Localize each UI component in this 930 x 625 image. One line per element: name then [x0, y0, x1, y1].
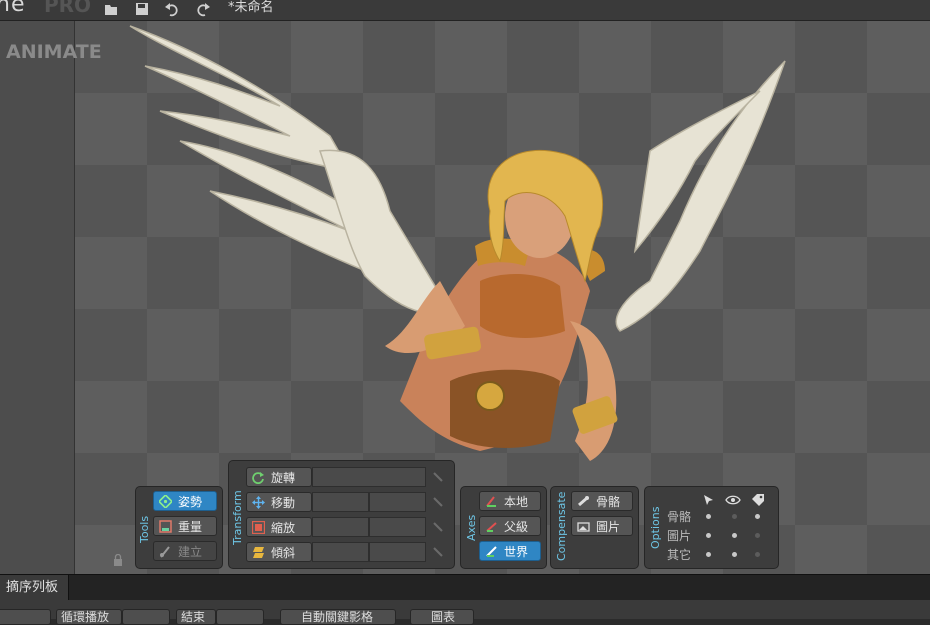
auto-key-button[interactable]: 自動關鍵影格	[280, 609, 396, 625]
parent-axes-button[interactable]: 父級	[479, 516, 541, 536]
scale-y-field[interactable]	[369, 517, 426, 537]
local-axes-label: 本地	[504, 495, 529, 509]
pose-button[interactable]: 姿勢	[153, 491, 217, 511]
bone-compensate-label: 骨骼	[596, 495, 621, 509]
rotate-icon	[252, 472, 264, 484]
open-folder-icon[interactable]	[104, 1, 118, 17]
mode-label: ANIMATE	[6, 41, 102, 63]
shear-icon	[253, 547, 264, 558]
eye-icon	[725, 495, 741, 505]
scale-button-label: 縮放	[271, 521, 296, 535]
parent-axes-icon	[486, 522, 497, 532]
image-compensate-label: 圖片	[596, 520, 621, 534]
end-field[interactable]	[216, 609, 264, 625]
move-link-icon[interactable]	[431, 495, 445, 509]
weights-button-label: 重量	[178, 520, 203, 534]
options-row-bones: 骨骼	[667, 510, 692, 524]
rotate-button-label: 旋轉	[271, 471, 296, 485]
save-icon[interactable]	[135, 1, 149, 17]
move-icon	[252, 496, 265, 509]
shear-button-label: 傾斜	[271, 546, 296, 560]
move-y-field[interactable]	[369, 492, 426, 512]
move-button-label: 移動	[271, 496, 296, 510]
pose-button-label: 姿勢	[178, 495, 203, 509]
parent-axes-label: 父級	[504, 520, 529, 534]
images-visible-toggle[interactable]	[732, 533, 737, 538]
loop-button[interactable]: 循環播放	[56, 609, 122, 625]
local-axes-button[interactable]: 本地	[479, 491, 541, 511]
options-row-images: 圖片	[667, 529, 692, 543]
transform-panel: Transform 旋轉 移動 縮放 傾斜	[228, 460, 455, 569]
world-axes-icon	[486, 546, 497, 557]
others-names-toggle[interactable]	[755, 552, 760, 557]
undo-icon[interactable]	[165, 1, 179, 17]
images-select-toggle[interactable]	[706, 533, 711, 538]
bone-compensate-button[interactable]: 骨骼	[571, 491, 633, 511]
weights-button[interactable]: 重量	[153, 516, 217, 536]
bones-visible-toggle[interactable]	[732, 514, 737, 519]
options-row-others: 其它	[667, 548, 692, 562]
shear-x-field[interactable]	[312, 542, 369, 562]
move-button[interactable]: 移動	[246, 492, 312, 512]
weights-icon	[159, 520, 172, 533]
rotate-link-icon[interactable]	[431, 470, 445, 484]
others-select-toggle[interactable]	[706, 552, 711, 557]
axes-panel-label: Axes	[465, 514, 478, 541]
shear-y-field[interactable]	[369, 542, 426, 562]
graph-button[interactable]: 圖表	[410, 609, 474, 625]
scale-x-field[interactable]	[312, 517, 369, 537]
shear-link-icon[interactable]	[431, 545, 445, 559]
bottom-toolbar: 循環播放 結束 自動關鍵影格 圖表	[0, 600, 930, 625]
left-gutter	[0, 21, 75, 574]
world-axes-label: 世界	[504, 545, 529, 559]
scale-button[interactable]: 縮放	[246, 517, 312, 537]
create-button-label: 建立	[178, 545, 203, 559]
transform-panel-label: Transform	[231, 490, 244, 545]
shear-button[interactable]: 傾斜	[246, 542, 312, 562]
lock-icon[interactable]	[113, 554, 123, 566]
scale-icon	[252, 521, 265, 534]
options-panel-label: Options	[649, 506, 662, 549]
end-button[interactable]: 結束	[176, 609, 216, 625]
app-edition: PRO	[44, 0, 92, 17]
loop-start-field[interactable]	[122, 609, 170, 625]
app-brand: ne	[0, 0, 26, 17]
compensate-panel-label: Compensate	[555, 491, 568, 561]
compensate-panel: Compensate 骨骼 圖片	[550, 486, 639, 569]
bottom-dropdown[interactable]	[0, 609, 51, 625]
tools-panel-label: Tools	[138, 515, 151, 543]
character-artwork[interactable]	[120, 21, 800, 481]
axes-panel: Axes 本地 父級 世界	[460, 486, 547, 569]
bones-select-toggle[interactable]	[706, 514, 711, 519]
rotate-value-field[interactable]	[312, 467, 426, 487]
others-visible-toggle[interactable]	[732, 552, 737, 557]
tab-dopesheet[interactable]: 摘序列板	[0, 575, 70, 600]
title-bar: ne PRO *未命名	[0, 0, 930, 21]
image-compensate-icon	[577, 522, 590, 532]
scale-link-icon[interactable]	[431, 520, 445, 534]
document-title: *未命名	[228, 0, 274, 15]
images-names-toggle[interactable]	[755, 533, 760, 538]
pose-icon	[159, 495, 172, 508]
world-axes-button[interactable]: 世界	[479, 541, 541, 561]
local-axes-icon	[486, 496, 496, 507]
options-panel: Options 骨骼 圖片 其它	[644, 486, 779, 569]
redo-icon[interactable]	[196, 1, 210, 17]
create-icon	[160, 546, 170, 558]
rotate-button[interactable]: 旋轉	[246, 467, 312, 487]
create-button[interactable]: 建立	[153, 541, 217, 561]
tag-icon	[752, 494, 764, 506]
tools-panel: Tools 姿勢 重量 建立	[135, 486, 223, 569]
bone-compensate-icon	[578, 496, 589, 507]
bottom-tab-bar: 摘序列板	[0, 574, 930, 600]
move-x-field[interactable]	[312, 492, 369, 512]
bones-names-toggle[interactable]	[755, 514, 760, 519]
image-compensate-button[interactable]: 圖片	[571, 516, 633, 536]
cursor-icon	[704, 495, 713, 505]
